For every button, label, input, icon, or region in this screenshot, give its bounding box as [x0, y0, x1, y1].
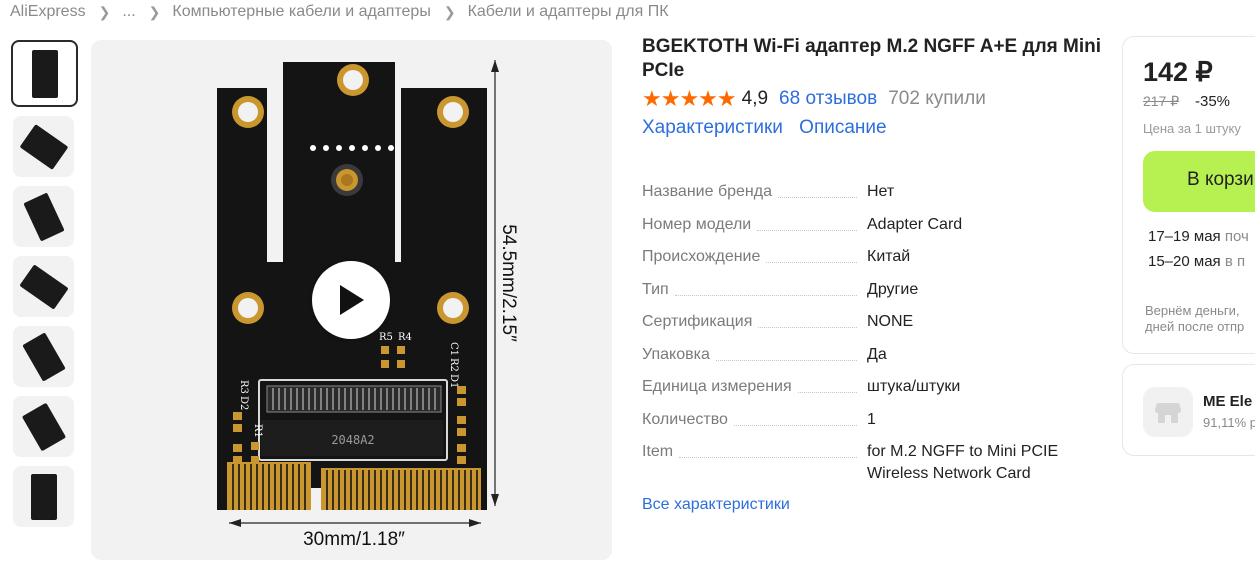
spec-value: Adapter Card: [867, 215, 963, 233]
chip-label: 2048A2: [331, 433, 374, 447]
spec-key: Сертификация: [642, 313, 753, 330]
thumbnail-7[interactable]: [13, 466, 74, 527]
spec-row: Упаковка Да: [642, 344, 1082, 366]
rating-row: ★★★★★ 4,9 68 отзывов 702 купили: [642, 86, 986, 112]
thumbnail-image: [31, 49, 58, 98]
spec-row: Номер модели Adapter Card: [642, 214, 1082, 236]
delivery-option[interactable]: 15–20 мая в п: [1148, 253, 1245, 270]
characteristics-link[interactable]: Характеристики: [642, 117, 783, 138]
delivery-method: поч: [1224, 228, 1249, 245]
dimension-height-label: 54.5mm/2.15″: [498, 224, 519, 342]
spec-value: NONE: [867, 313, 914, 330]
silk-r5: R5: [379, 332, 393, 343]
refund-note: Вернём деньги, дней после отпр: [1145, 303, 1244, 335]
spec-key: Происхождение: [642, 248, 761, 265]
breadcrumb-item-pc-cables[interactable]: Кабели и адаптеры для ПК: [468, 3, 669, 21]
spec-value: Другие: [867, 280, 919, 298]
delivery-option[interactable]: 17–19 мая поч: [1148, 228, 1249, 245]
refund-line: Вернём деньги,: [1145, 303, 1240, 318]
spec-key: Количество: [642, 410, 728, 428]
delivery-date: 15–20 мая: [1148, 253, 1221, 270]
seller-card[interactable]: ME Ele 91,11% p: [1122, 364, 1255, 456]
delivery-method: в п: [1224, 253, 1246, 270]
specs-list: Название бренда Нет Номер модели Adapter C…: [642, 181, 1082, 496]
silk-r4: R4: [398, 332, 412, 343]
rating-score: 4,9: [741, 88, 769, 109]
breadcrumb: AliExpress ❯ ... ❯ Компьютерные кабели и…: [10, 3, 669, 21]
spec-row: Тип Другие: [642, 279, 1082, 301]
old-price: 217 ₽: [1143, 93, 1180, 109]
discount-badge: -35%: [1195, 93, 1231, 110]
main-product-image[interactable]: 2048A2 R5 R4 C1 R2 D1 R3 D2 R1 54.5mm/2.…: [91, 40, 612, 560]
play-video-button[interactable]: [312, 261, 390, 339]
store-icon: [1143, 387, 1193, 437]
breadcrumb-item-aliexpress[interactable]: AliExpress: [10, 3, 86, 21]
spec-key: Тип: [642, 280, 669, 298]
seller-name[interactable]: ME Ele: [1203, 393, 1252, 410]
spec-value: Нет: [867, 183, 895, 200]
reviews-link[interactable]: 68 отзывов: [779, 88, 877, 110]
spec-value: штука/штуки: [867, 378, 961, 395]
rating-stars-icon: ★★★★★: [642, 86, 737, 111]
silk-r1: R1: [252, 424, 263, 438]
play-icon: [340, 285, 364, 315]
breadcrumb-item-cables[interactable]: Компьютерные кабели и адаптеры: [172, 3, 430, 21]
chevron-right-icon: ❯: [443, 3, 456, 20]
thumbnail-1[interactable]: [11, 40, 78, 107]
spec-row: Сертификация NONE: [642, 311, 1082, 333]
thumbnail-3[interactable]: [13, 186, 74, 247]
spec-key: Номер модели: [642, 215, 752, 233]
thumbnail-2[interactable]: [13, 116, 74, 177]
add-to-cart-button[interactable]: В корзи: [1143, 151, 1255, 212]
silk-r3: R3: [238, 380, 249, 394]
silk-c1: C1: [448, 342, 459, 356]
all-specs-link[interactable]: Все характеристики: [642, 496, 790, 514]
spec-key: Item: [642, 443, 674, 460]
thumbnail-5[interactable]: [13, 326, 74, 387]
unit-price-note: Цена за 1 штуку: [1143, 121, 1241, 136]
spec-key: Упаковка: [642, 345, 710, 363]
bought-count: 702 купили: [888, 88, 986, 109]
description-link[interactable]: Описание: [799, 117, 886, 138]
thumbnail-image: [30, 473, 57, 520]
refund-line: дней после отпр: [1145, 319, 1245, 334]
thumbnail-image: [21, 331, 66, 382]
buy-box: 142 ₽ 217 ₽ -35% Цена за 1 штуку В корзи…: [1122, 36, 1255, 354]
spec-row: Название бренда Нет: [642, 181, 1082, 203]
thumbnail-4[interactable]: [13, 256, 74, 317]
spec-key: Единица измерения: [642, 378, 792, 395]
silk-r2: R2: [448, 358, 459, 372]
spec-value: Китай: [867, 248, 911, 265]
thumbnail-image: [18, 263, 69, 310]
spec-value: Да: [867, 345, 887, 363]
spec-key: Название бренда: [642, 183, 772, 200]
spec-row: Единица измерения штука/штуки: [642, 376, 1082, 398]
spec-value: for M.2 NGFF to Mini PCIE Wireless Netwo…: [867, 443, 1059, 482]
section-links: Характеристики Описание: [642, 117, 898, 139]
delivery-date: 17–19 мая: [1148, 228, 1221, 245]
thumbnail-image: [19, 123, 68, 170]
thumbnail-image: [21, 402, 66, 451]
spec-row: Происхождение Китай: [642, 246, 1082, 268]
product-title: BGEKTOTH Wi-Fi адаптер M.2 NGFF A+E для …: [642, 36, 1101, 81]
spec-row: Количество 1: [642, 409, 1082, 431]
chevron-right-icon: ❯: [148, 3, 161, 20]
seller-rating: 91,11% p: [1203, 415, 1255, 430]
dimension-width-label: 30mm/1.18″: [303, 529, 405, 550]
thumbnail-6[interactable]: [13, 396, 74, 457]
thumbnail-strip: [11, 40, 78, 536]
chevron-right-icon: ❯: [98, 3, 111, 20]
thumbnail-image: [22, 191, 65, 242]
spec-row: Item for M.2 NGFF to Mini PCIE Wireless N…: [642, 441, 1082, 485]
spec-value: 1: [867, 410, 876, 428]
breadcrumb-item-ellipsis[interactable]: ...: [122, 3, 135, 21]
price: 142 ₽: [1143, 57, 1213, 87]
silk-d2: D2: [238, 396, 249, 410]
